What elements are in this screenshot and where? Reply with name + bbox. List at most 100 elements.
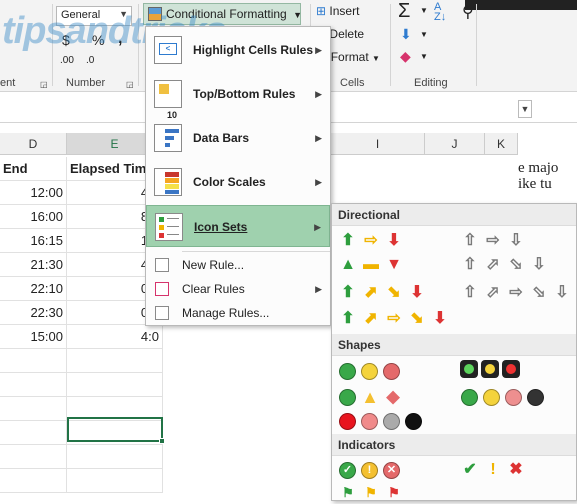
arrow-down-right-icon: ⬂: [532, 284, 546, 301]
autosum-icon[interactable]: Σ: [398, 0, 410, 23]
icon-set-3-arrows-gray[interactable]: ⇧ ⇨ ⇩: [460, 230, 526, 252]
cell-end[interactable]: 15:00: [0, 325, 67, 349]
cell-end[interactable]: 16:00: [0, 205, 67, 229]
section-header-directional: Directional: [332, 204, 576, 226]
empty-cell[interactable]: [67, 373, 163, 397]
dialog-launcher-icon[interactable]: ◲: [40, 80, 48, 89]
chevron-right-icon: ▶: [315, 284, 322, 294]
arrow-up-right-icon: ⬀: [486, 256, 500, 273]
menu-item-icon-sets[interactable]: Icon Sets ▶: [146, 205, 330, 247]
cell-elapsed-time[interactable]: 4:0: [67, 325, 163, 349]
column-header-j[interactable]: J: [425, 133, 485, 155]
icon-set-3-arrows-colored[interactable]: ⬆ ⇨ ⬇: [338, 230, 404, 252]
icon-set-3-symbols-circled[interactable]: ✓ ! ✕: [338, 459, 401, 481]
conditional-formatting-button[interactable]: Conditional Formatting ▼: [143, 3, 302, 25]
column-header-i[interactable]: I: [331, 133, 425, 155]
chevron-down-icon[interactable]: ▼: [420, 6, 428, 15]
empty-cell[interactable]: [0, 373, 67, 397]
arrow-up-right-icon: ⬀: [486, 284, 500, 301]
increase-decimal-button[interactable]: .00: [60, 55, 74, 66]
arrow-down-icon: ⬇: [410, 284, 424, 301]
circle-red-icon: [339, 412, 356, 430]
document-text: e majo ike tu: [518, 160, 577, 192]
icon-set-3-signs[interactable]: ▲ ◆: [338, 386, 403, 408]
chevron-down-icon[interactable]: ▼: [420, 52, 428, 61]
icon-set-red-to-black[interactable]: [338, 410, 423, 432]
traffic-light-red-icon: [502, 360, 520, 378]
group-label-number: Number: [66, 77, 106, 89]
number-format-select[interactable]: General ▼: [56, 6, 132, 26]
sort-filter-icon[interactable]: A Z↓: [434, 2, 446, 23]
chevron-down-icon[interactable]: ▼: [420, 30, 428, 39]
icon-set-5-arrows-gray[interactable]: ⇧ ⬀ ⇨ ⬂ ⇩: [460, 282, 572, 304]
highlight-cells-icon: <: [154, 36, 182, 64]
insert-button[interactable]: ⊞ Insert: [316, 4, 359, 18]
empty-cell[interactable]: [0, 397, 67, 421]
arrow-right-icon: ⇨: [486, 232, 500, 249]
menu-item-label: Clear Rules: [182, 282, 245, 296]
header-cell-end[interactable]: End: [0, 157, 67, 181]
arrow-down-icon: ⇩: [509, 232, 523, 249]
icon-set-3-triangles[interactable]: ▲ ▬ ▼: [338, 254, 404, 276]
icon-set-3-traffic-lights[interactable]: [338, 360, 401, 382]
find-select-icon[interactable]: ⚲: [462, 2, 474, 22]
cell-end[interactable]: 12:00: [0, 181, 67, 205]
arrow-up-icon: ⇧: [463, 284, 477, 301]
empty-cell[interactable]: [67, 349, 163, 373]
fill-icon[interactable]: ⬇: [400, 26, 412, 43]
column-header-d[interactable]: D: [0, 133, 67, 155]
cell-end[interactable]: 16:15: [0, 229, 67, 253]
icon-set-4-arrows-colored[interactable]: ⬆ ⬈ ⬊ ⬇: [338, 282, 427, 304]
menu-item-label: New Rule...: [182, 258, 245, 272]
empty-cell[interactable]: [0, 469, 67, 493]
icon-set-3-traffic-lights-rimmed[interactable]: [460, 358, 520, 380]
arrow-up-icon: ⬆: [341, 310, 355, 327]
menu-item-data-bars[interactable]: Data Bars ▶: [146, 117, 330, 159]
comma-button[interactable]: ,: [118, 30, 122, 48]
decrease-decimal-button[interactable]: .0: [86, 55, 94, 66]
formula-bar-expand-icon[interactable]: ▼: [518, 100, 532, 118]
arrow-up-icon: ⬆: [341, 232, 355, 249]
menu-item-manage-rules[interactable]: Manage Rules...: [146, 301, 330, 325]
empty-cell[interactable]: [67, 445, 163, 469]
arrow-down-icon: ⇩: [532, 256, 546, 273]
menu-item-new-rule[interactable]: New Rule...: [146, 253, 330, 277]
data-bars-icon: [154, 124, 182, 152]
column-header-k[interactable]: K: [485, 133, 518, 155]
cell-end[interactable]: 22:10: [0, 277, 67, 301]
icon-set-3-symbols[interactable]: ✔ ! ✖: [460, 459, 526, 481]
icon-set-5-arrows-colored[interactable]: ⬆ ⬈ ⇨ ⬊ ⬇: [338, 308, 450, 330]
menu-item-highlight-cells-rules[interactable]: < Highlight Cells Rules ▶: [146, 29, 330, 71]
title-bar-strip: [465, 0, 577, 10]
empty-cell[interactable]: [67, 469, 163, 493]
menu-item-label: Color Scales: [193, 175, 266, 189]
dialog-launcher-icon[interactable]: ◲: [126, 80, 134, 89]
selected-cell[interactable]: [67, 417, 165, 444]
empty-cell[interactable]: [0, 421, 67, 445]
clear-rules-icon: [155, 282, 169, 296]
empty-cell[interactable]: [0, 445, 67, 469]
menu-item-label: Top/Bottom Rules: [193, 87, 296, 101]
fill-handle[interactable]: [159, 438, 165, 444]
document-text-line: e majo: [518, 160, 559, 176]
menu-item-color-scales[interactable]: Color Scales ▶: [146, 161, 330, 203]
triangle-up-icon: ▲: [340, 256, 356, 273]
cell-end[interactable]: 22:30: [0, 301, 67, 325]
menu-item-top-bottom-rules[interactable]: 10 Top/Bottom Rules ▶: [146, 73, 330, 120]
cell-end[interactable]: 21:30: [0, 253, 67, 277]
icon-set-4-traffic-lights[interactable]: [460, 386, 545, 408]
arrow-down-right-icon: ⬊: [387, 284, 401, 301]
icon-set-4-arrows-gray[interactable]: ⇧ ⬀ ⬂ ⇩: [460, 254, 549, 276]
menu-item-clear-rules[interactable]: Clear Rules ▶: [146, 277, 330, 301]
insert-label: Insert: [329, 4, 360, 18]
percent-button[interactable]: %: [92, 32, 104, 48]
chevron-right-icon: ▶: [314, 222, 321, 232]
clear-icon[interactable]: ◆: [400, 48, 411, 65]
dash-icon: ▬: [363, 256, 379, 273]
empty-cell[interactable]: [0, 349, 67, 373]
currency-button[interactable]: $: [62, 32, 70, 48]
circle-green-icon: [461, 388, 478, 406]
arrow-down-right-icon: ⬂: [509, 256, 523, 273]
flag-red-icon: ⚑: [388, 485, 400, 500]
check-icon: ✔: [463, 461, 477, 478]
